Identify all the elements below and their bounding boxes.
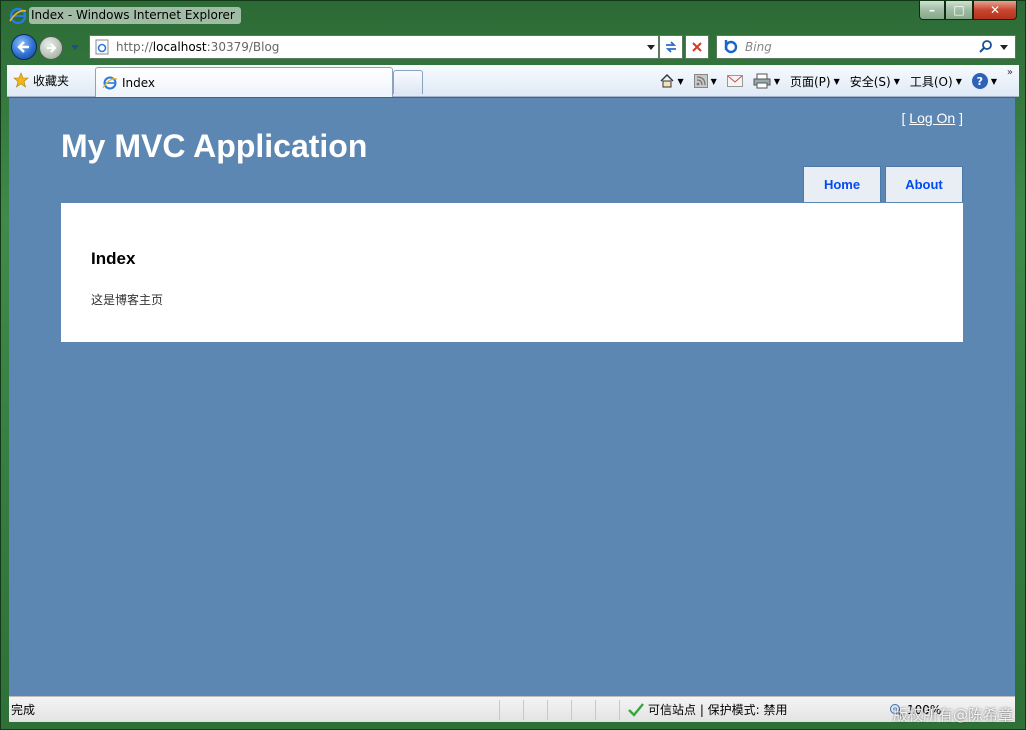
status-bar: 完成 可信站点 | 保护模式: 禁用 100%: [9, 696, 1015, 722]
chevron-down-icon: ▼: [710, 76, 717, 86]
new-tab-button[interactable]: [393, 70, 423, 94]
safety-menu[interactable]: 安全(S) ▼: [850, 73, 900, 90]
mail-icon: [726, 75, 743, 87]
home-icon: [660, 74, 673, 88]
help-button[interactable]: ? ▼: [971, 73, 997, 89]
status-text: 完成: [11, 703, 36, 717]
page-body-text: 这是博客主页: [91, 293, 164, 307]
page-viewport: [ Log On ] My MVC Application Home About…: [9, 98, 1015, 696]
back-arrow-icon: [17, 41, 29, 53]
browser-window: Index - Windows Internet Explorer – □ ✕: [0, 0, 1026, 730]
forward-arrow-icon: [47, 43, 57, 53]
tab-index[interactable]: Index: [95, 67, 393, 97]
help-icon: ?: [971, 73, 988, 89]
ie-logo-icon: [9, 7, 27, 25]
read-mail-button[interactable]: [726, 75, 743, 87]
history-dropdown[interactable]: [67, 41, 83, 55]
menu-about[interactable]: About: [885, 166, 963, 202]
search-icon[interactable]: [979, 40, 993, 54]
favorites-button[interactable]: 收藏夹: [13, 69, 69, 91]
address-row: http://localhost:30379/Blog Bing: [1, 31, 1025, 63]
maximize-button[interactable]: □: [945, 1, 973, 20]
window-title: Index - Windows Internet Explorer: [29, 7, 241, 24]
maximize-icon: □: [953, 3, 965, 17]
page-menu[interactable]: 页面(P) ▼: [790, 73, 840, 90]
chevron-down-icon: [647, 44, 655, 50]
page-menu-label: 页面(P): [789, 74, 831, 89]
logon-area: [ Log On ]: [901, 110, 964, 126]
stop-icon: [692, 42, 702, 52]
checkmark-icon: [628, 702, 644, 717]
security-zone[interactable]: 可信站点 | 保护模式: 禁用: [619, 699, 845, 720]
search-field[interactable]: Bing: [716, 35, 1016, 59]
tab-label: Index: [122, 75, 156, 90]
status-divider: [571, 699, 595, 720]
home-button[interactable]: ▼: [659, 73, 684, 89]
refresh-icon: [665, 41, 677, 53]
print-button[interactable]: ▼: [753, 73, 780, 89]
page-heading: Index: [91, 249, 136, 268]
printer-icon: [753, 73, 771, 89]
chevron-down-icon: ▼: [833, 76, 840, 86]
forward-button[interactable]: [39, 36, 63, 60]
chevron-down-icon: ▼: [893, 76, 900, 86]
status-divider: [523, 699, 547, 720]
status-divider: [499, 699, 523, 720]
page-icon: [95, 39, 109, 55]
menu-home[interactable]: Home: [803, 166, 881, 202]
search-placeholder: Bing: [745, 40, 772, 54]
close-button[interactable]: ✕: [973, 1, 1017, 20]
url-text: http://localhost:30379/Blog: [116, 40, 280, 54]
back-button[interactable]: [11, 34, 37, 60]
feeds-button[interactable]: ▼: [693, 74, 717, 88]
chevron-down-icon: ▼: [955, 76, 962, 86]
minimize-icon: –: [929, 3, 935, 17]
favorites-label: 收藏夹: [33, 73, 70, 88]
security-zone-label: 可信站点 | 保护模式: 禁用: [648, 703, 788, 717]
minimize-button[interactable]: –: [919, 1, 945, 20]
site-title: My MVC Application: [61, 128, 368, 164]
tools-menu-label: 工具(O): [909, 74, 953, 89]
title-bar: Index - Windows Internet Explorer – □ ✕: [1, 1, 1025, 31]
safety-menu-label: 安全(S): [849, 74, 891, 89]
star-icon: [13, 72, 29, 88]
status-divider: [547, 699, 571, 720]
chevron-down-icon: ▼: [773, 76, 780, 86]
chevron-down-icon: ▼: [677, 76, 684, 86]
rss-icon: [693, 74, 708, 88]
command-bar: 收藏夹 Index ▼ ▼ ▼ 页面(P) ▼ 安全(S) ▼ 工具(O) ▼ …: [7, 65, 1019, 97]
chevron-down-icon: [71, 45, 79, 50]
status-divider: [595, 699, 619, 720]
ie-page-icon: [102, 76, 118, 89]
site-header: My MVC Application: [61, 128, 367, 165]
main-menu: Home About: [803, 166, 963, 202]
bing-logo-icon: [724, 40, 738, 54]
close-icon: ✕: [989, 3, 1001, 17]
more-commands-icon[interactable]: »: [1007, 67, 1013, 78]
main-content: Index 这是博客主页: [61, 203, 963, 342]
watermark-text: 版权所有@陈希章: [892, 706, 1013, 724]
refresh-button[interactable]: [659, 35, 683, 59]
search-options-dropdown[interactable]: [993, 44, 1015, 50]
chevron-down-icon: [1000, 44, 1008, 50]
address-field[interactable]: http://localhost:30379/Blog: [89, 35, 659, 59]
stop-button[interactable]: [685, 35, 709, 59]
logon-link[interactable]: Log On: [909, 110, 955, 126]
address-dropdown[interactable]: [644, 36, 658, 58]
tools-menu[interactable]: 工具(O) ▼: [910, 73, 962, 90]
chevron-down-icon: ▼: [990, 76, 997, 86]
